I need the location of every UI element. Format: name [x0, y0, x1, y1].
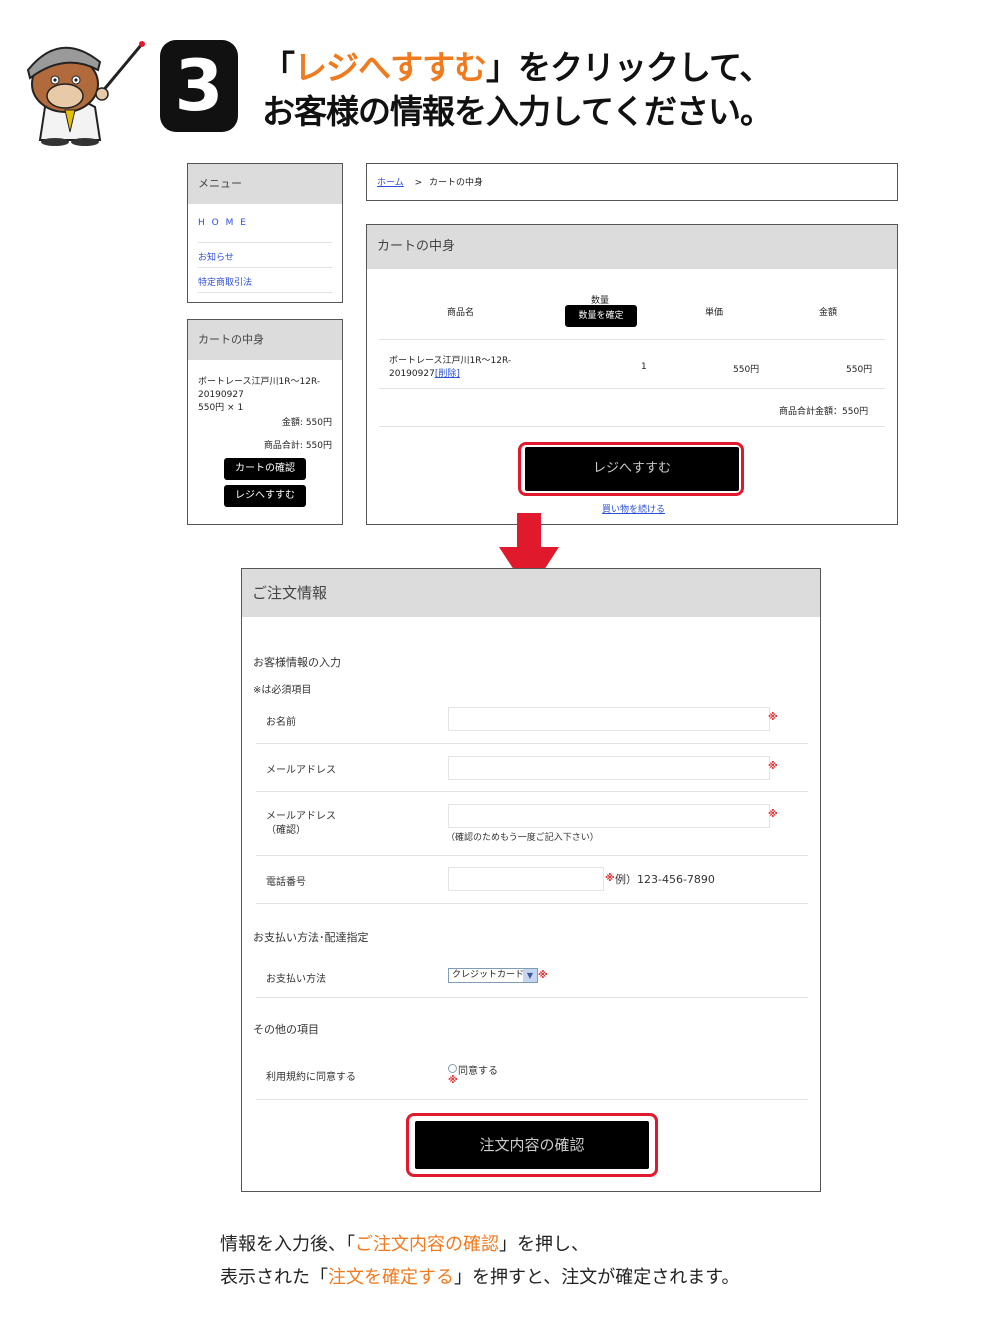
cart-row-name-line-1: ボートレース江戸川1R～12R- [389, 356, 512, 366]
cart-title: カートの中身 [367, 225, 897, 269]
section-other: その他の項目 [253, 1023, 319, 1036]
cart-row-unit-price: 550円 [733, 365, 760, 375]
headline-bracket-open: 「 [262, 48, 295, 87]
cart-panel: カートの中身 商品名 数量 数量を確定 単価 金額 ボートレース江戸川1R～12… [366, 224, 898, 525]
sidebar-cart-confirm-button[interactable]: カートの確認 [224, 458, 306, 480]
payment-row-divider [256, 997, 808, 998]
cart-row-item-name: ボートレース江戸川1R～12R- 20190927[削除] [389, 355, 511, 381]
name-label: お名前 [266, 717, 296, 728]
required-note: ※は必須項目 [253, 685, 312, 696]
sidebar-menu-panel: メニュー H O M E お知らせ 特定商取引法 [187, 163, 343, 303]
terms-radio-label: 同意する [458, 1066, 498, 1077]
email-row-divider [256, 791, 808, 792]
email-confirm-required-mark: ※ [768, 809, 778, 820]
confirm-order-button[interactable]: 注文内容の確認 [415, 1121, 649, 1169]
chevron-down-icon: ▼ [523, 969, 537, 982]
cart-row-name-date: 20190927 [389, 369, 435, 379]
sidebar-cart-item-amount: 金額: 550円 [281, 418, 332, 428]
breadcrumb-home-link[interactable]: ホーム [377, 178, 404, 188]
order-info-title: ご注文情報 [242, 569, 820, 617]
instruction-2-highlight: 注文を確定する [328, 1267, 454, 1288]
checkout-button[interactable]: レジへすすむ [525, 447, 739, 491]
section-customer-info: お客様情報の入力 [253, 656, 341, 669]
cart-row-delete-link[interactable]: [削除] [435, 369, 460, 379]
phone-example: 例）123-456-7890 [615, 873, 715, 886]
email-label: メールアドレス [266, 765, 336, 776]
cart-total-divider [379, 426, 885, 427]
phone-required-mark: ※ [605, 873, 615, 884]
payment-method-selected: クレジットカード [452, 970, 525, 980]
sidebar-cart-item-qty: 550円 × 1 [198, 403, 244, 413]
terms-row-divider [256, 1099, 808, 1100]
sidebar-menu-title: メニュー [188, 164, 342, 204]
section-payment: お支払い方法･配達指定 [253, 931, 369, 944]
payment-method-label: お支払い方法 [266, 974, 326, 985]
instruction-line-2: 表示された「注文を確定する」を押すと、注文が確定されます。 [220, 1262, 739, 1294]
phone-label: 電話番号 [266, 877, 306, 888]
cart-col-unit-price: 単価 [705, 308, 724, 318]
cart-row-name-line-2: 20190927[削除] [389, 368, 511, 381]
cart-col-name: 商品名 [447, 308, 475, 318]
update-quantity-button[interactable]: 数量を確定 [565, 305, 637, 327]
sidebar-item-commerce-law[interactable]: 特定商取引法 [198, 268, 332, 293]
breadcrumb-current: カートの中身 [429, 178, 484, 188]
breadcrumb: ホーム > カートの中身 [366, 163, 898, 201]
phone-row-divider [256, 903, 808, 904]
sidebar-cart-item-name-1: ボートレース江戸川1R～12R- [198, 377, 321, 387]
instruction-1-b: 」を押し、 [499, 1234, 589, 1255]
name-input[interactable] [448, 707, 770, 731]
mascot-teacher-illustration [10, 22, 145, 147]
email-confirm-hint: （確認のためもう一度ご記入下さい） [446, 833, 599, 843]
sidebar-checkout-button[interactable]: レジへすすむ [224, 485, 306, 507]
headline-line-1: 「レジへすすむ」をクリックして、 [262, 46, 982, 90]
cart-col-amount: 金額 [819, 308, 838, 318]
cart-header-divider [379, 339, 885, 340]
cart-total: 商品合計金額：550円 [779, 407, 869, 417]
cart-row-divider [379, 388, 885, 389]
instruction-1-a: 情報を入力後、「 [220, 1234, 355, 1255]
email-confirm-input[interactable] [448, 804, 770, 828]
sidebar-cart-title: カートの中身 [188, 320, 342, 360]
terms-radio[interactable] [448, 1064, 457, 1073]
order-info-panel: ご注文情報 お客様情報の入力 ※は必須項目 お名前 ※ メールアドレス ※ メー… [241, 568, 821, 1192]
sidebar-item-home[interactable]: H O M E [198, 218, 332, 243]
sidebar-cart-item-name-2: 20190927 [198, 390, 244, 400]
headline-line-2: お客様の情報を入力してください。 [262, 92, 773, 131]
name-row-divider [256, 743, 808, 744]
page-headline: 「レジへすすむ」をクリックして、 お客様の情報を入力してください。 [262, 46, 982, 134]
email-required-mark: ※ [768, 761, 778, 772]
step-number-badge: 3 [160, 40, 238, 132]
terms-required-mark: ※ [448, 1075, 458, 1086]
terms-label: 利用規約に同意する [266, 1072, 356, 1083]
instruction-2-b: 」を押すと、注文が確定されます。 [454, 1267, 740, 1288]
sidebar-cart-subtotal: 商品合計: 550円 [263, 441, 332, 451]
email-confirm-label-line-2: （確認） [266, 825, 306, 836]
cart-row-amount: 550円 [846, 365, 873, 375]
payment-method-select[interactable]: クレジットカード ▼ [448, 968, 538, 983]
email-confirm-label: メールアドレス （確認） [266, 810, 336, 838]
sidebar-cart-panel: カートの中身 ボートレース江戸川1R～12R- 20190927 550円 × … [187, 319, 343, 525]
email-confirm-row-divider [256, 855, 808, 856]
breadcrumb-separator: > [414, 178, 423, 188]
instruction-2-a: 表示された「 [220, 1267, 328, 1288]
sidebar-item-news[interactable]: お知らせ [198, 243, 332, 268]
cart-row-qty: 1 [641, 362, 647, 372]
headline-bracket-close: 」をクリックして、 [486, 48, 772, 87]
headline-highlight: レジへすすむ [294, 48, 487, 87]
email-input[interactable] [448, 756, 770, 780]
phone-input[interactable] [448, 867, 604, 891]
email-confirm-label-line-1: メールアドレス [266, 811, 336, 822]
payment-required-mark: ※ [538, 970, 548, 981]
continue-shopping-link[interactable]: 買い物を続ける [602, 502, 665, 515]
instruction-line-1: 情報を入力後、「ご注文内容の確認」を押し、 [220, 1229, 589, 1261]
name-required-mark: ※ [768, 712, 778, 723]
instruction-1-highlight: ご注文内容の確認 [355, 1234, 499, 1255]
